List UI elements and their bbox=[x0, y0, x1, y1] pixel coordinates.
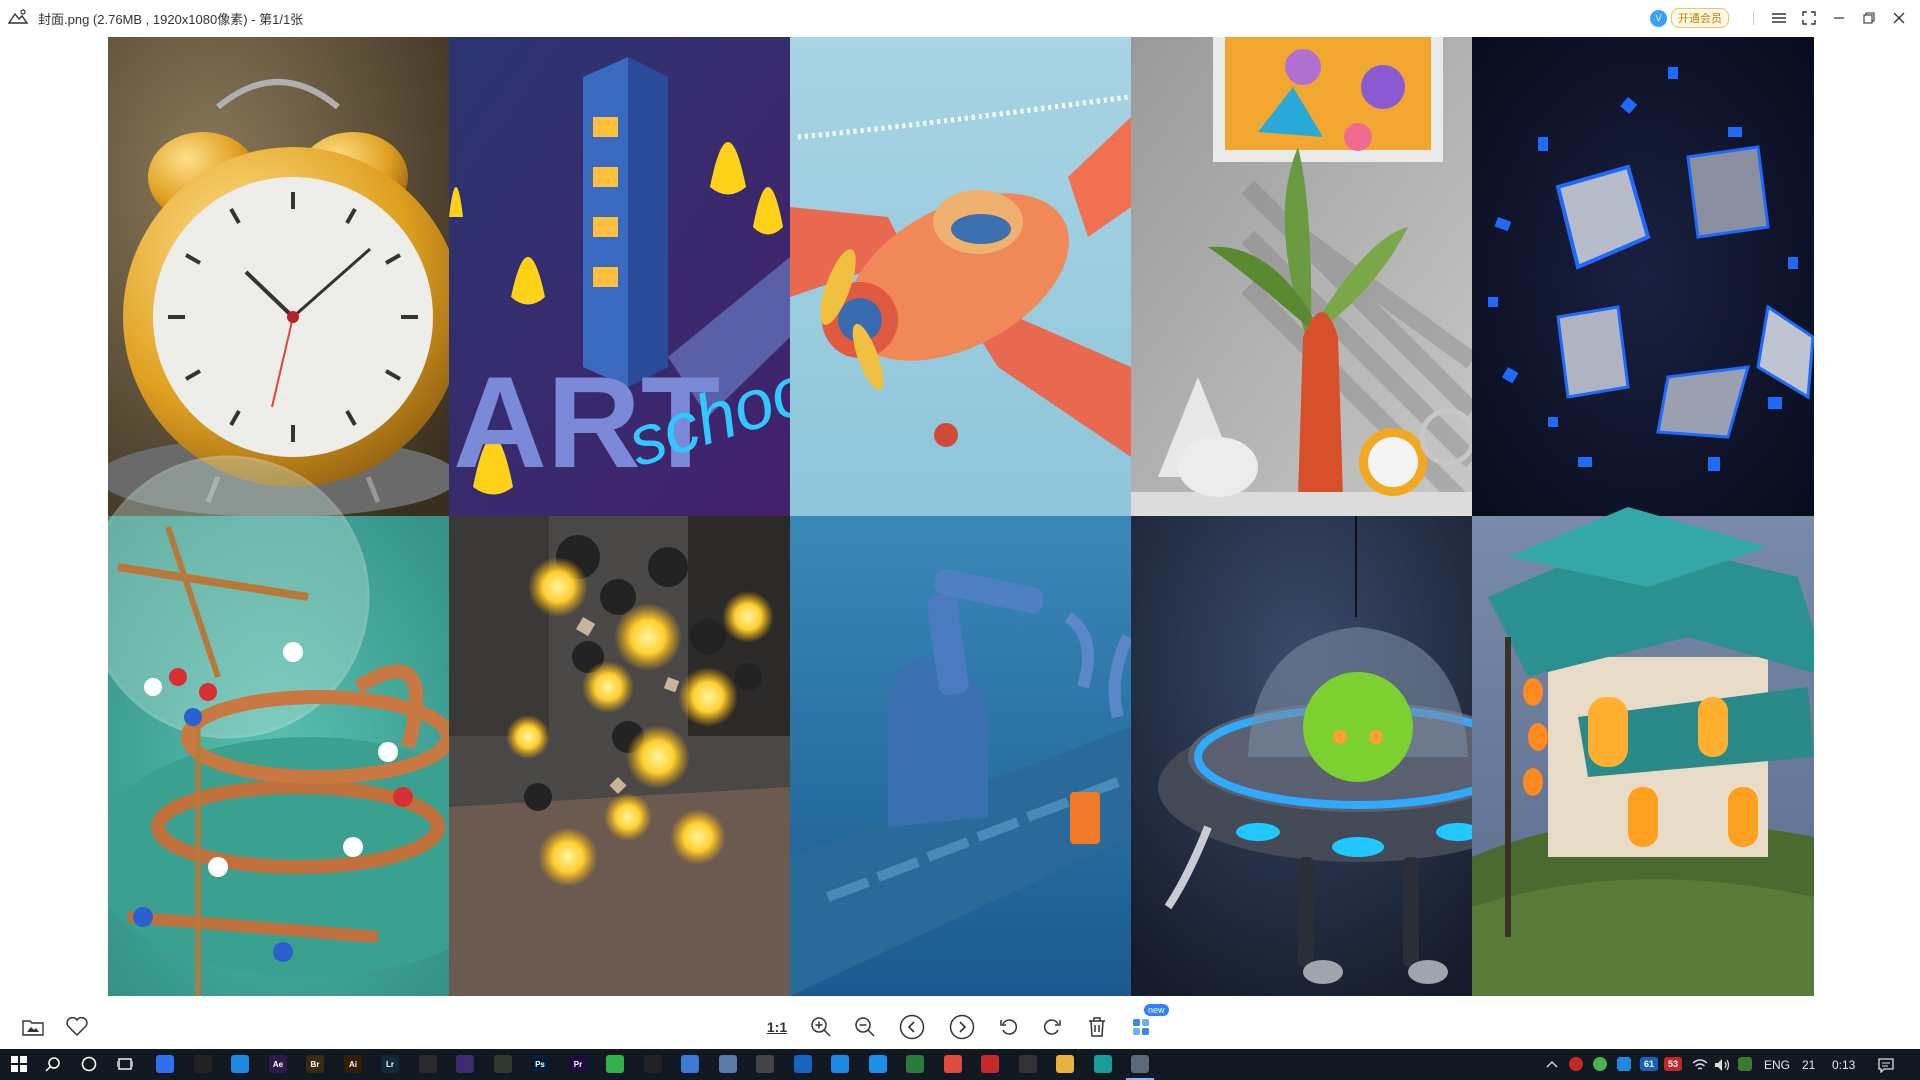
image-viewer-icon[interactable] bbox=[1131, 1055, 1149, 1073]
image-canvas[interactable]: ART schoo bbox=[86, 37, 1828, 997]
start-button[interactable] bbox=[10, 1055, 28, 1073]
cover-image: ART schoo bbox=[86, 37, 1828, 997]
chevron-left-circle-icon bbox=[899, 1014, 925, 1040]
tile-alarm-clock bbox=[98, 37, 463, 517]
qq-icon[interactable] bbox=[194, 1055, 212, 1073]
heart-icon bbox=[66, 1017, 88, 1037]
folder-icon[interactable] bbox=[1056, 1055, 1074, 1073]
image-viewer-logo-icon bbox=[8, 9, 28, 24]
folder-image-icon bbox=[22, 1020, 44, 1036]
windows-logo-icon bbox=[11, 1056, 27, 1072]
cortana-button[interactable] bbox=[80, 1055, 98, 1073]
premiere-icon[interactable]: Pr bbox=[569, 1055, 587, 1073]
vip-label: 开通会员 bbox=[1671, 8, 1729, 28]
app-blue-icon[interactable] bbox=[231, 1055, 249, 1073]
trash-icon bbox=[1089, 1017, 1105, 1037]
illustrator-icon[interactable]: Ai bbox=[344, 1055, 362, 1073]
rotate-left-icon bbox=[1000, 1019, 1018, 1035]
tile-art-school: ART schoo bbox=[449, 37, 820, 516]
input-method-icon[interactable] bbox=[1738, 1057, 1752, 1071]
window-title: 封面.png (2.76MB , 1920x1080像素) - 第1/1张 bbox=[38, 12, 304, 27]
thunder-icon[interactable] bbox=[831, 1055, 849, 1073]
tile-plant-vase bbox=[1131, 37, 1479, 518]
record-icon[interactable] bbox=[981, 1055, 999, 1073]
cortana-circle-icon bbox=[81, 1056, 97, 1072]
rotate-right-icon bbox=[1043, 1019, 1061, 1035]
volume-icon[interactable] bbox=[1714, 1058, 1730, 1072]
close-icon bbox=[1893, 12, 1905, 24]
penguin-icon[interactable] bbox=[644, 1055, 662, 1073]
menu-button[interactable] bbox=[1764, 0, 1794, 36]
close-button[interactable] bbox=[1884, 0, 1914, 36]
zoom-out-icon bbox=[855, 1017, 875, 1037]
vip-button[interactable]: V 开通会员 bbox=[1650, 8, 1729, 28]
clock[interactable]: 0:13 bbox=[1832, 1058, 1855, 1072]
next-button[interactable] bbox=[947, 1012, 977, 1042]
expand-icon bbox=[1802, 11, 1816, 25]
qq-browser-icon[interactable] bbox=[156, 1055, 174, 1073]
lightroom-icon[interactable]: Lr bbox=[381, 1055, 399, 1073]
app-tray-icon[interactable] bbox=[1593, 1057, 1607, 1071]
taskbar: 61 53 ENG 21 0:13 Ae Br Ai Lr Ps Pr bbox=[0, 1049, 1920, 1080]
store-icon[interactable] bbox=[794, 1055, 812, 1073]
actual-size-button[interactable]: 1:1 bbox=[762, 1012, 792, 1042]
task-view-button[interactable] bbox=[116, 1055, 134, 1073]
fullscreen-button[interactable] bbox=[1794, 0, 1824, 36]
app-teal-icon[interactable] bbox=[1094, 1055, 1112, 1073]
hamburger-icon bbox=[1772, 13, 1786, 23]
app-circle-icon[interactable] bbox=[419, 1055, 437, 1073]
minimize-icon bbox=[1834, 17, 1844, 19]
zoom-out-button[interactable] bbox=[850, 1012, 880, 1042]
open-folder-button[interactable] bbox=[18, 1012, 48, 1042]
apps-grid-icon bbox=[1133, 1019, 1149, 1035]
apps-button[interactable] bbox=[1126, 1012, 1156, 1042]
record-tray-icon[interactable] bbox=[1569, 1057, 1583, 1071]
user-avatar: V bbox=[1650, 9, 1667, 27]
delete-button[interactable] bbox=[1082, 1012, 1112, 1042]
app-green-icon[interactable] bbox=[494, 1055, 512, 1073]
date-indicator[interactable]: 21 bbox=[1802, 1058, 1815, 1072]
minimize-button[interactable] bbox=[1824, 0, 1854, 36]
chevron-up-icon[interactable] bbox=[1546, 1059, 1558, 1069]
edge-icon[interactable] bbox=[869, 1055, 887, 1073]
restore-button[interactable] bbox=[1854, 0, 1884, 36]
language-indicator[interactable]: ENG bbox=[1764, 1058, 1790, 1072]
favorite-button[interactable] bbox=[62, 1012, 92, 1042]
after-effects-icon[interactable]: Ae bbox=[269, 1055, 287, 1073]
bridge-icon[interactable]: Br bbox=[306, 1055, 324, 1073]
rotate-left-button[interactable] bbox=[994, 1012, 1024, 1042]
tile-airplane bbox=[790, 37, 1131, 516]
previous-button[interactable] bbox=[897, 1012, 927, 1042]
task-view-icon bbox=[117, 1058, 133, 1070]
tile-glowing-spheres bbox=[449, 516, 790, 996]
search-button[interactable] bbox=[44, 1055, 62, 1073]
shield-icon[interactable] bbox=[1617, 1057, 1631, 1071]
photoshop-icon[interactable]: Ps bbox=[531, 1055, 549, 1073]
zoom-in-button[interactable] bbox=[806, 1012, 836, 1042]
wechat-icon[interactable] bbox=[606, 1055, 624, 1073]
divider bbox=[1753, 11, 1754, 25]
title-bar: 封面.png (2.76MB , 1920x1080像素) - 第1/1张 V … bbox=[0, 0, 1920, 36]
tile-pagoda-house bbox=[1472, 507, 1828, 996]
app-window-icon[interactable] bbox=[719, 1055, 737, 1073]
tray-badge-61[interactable]: 61 bbox=[1640, 1057, 1658, 1071]
zoom-in-icon bbox=[811, 1017, 831, 1037]
search-icon bbox=[45, 1057, 60, 1072]
tile-robot-arm bbox=[790, 516, 1134, 996]
calculator-icon[interactable] bbox=[756, 1055, 774, 1073]
tray-badge-53[interactable]: 53 bbox=[1664, 1057, 1682, 1071]
app-sphere-icon[interactable] bbox=[681, 1055, 699, 1073]
new-badge: new bbox=[1144, 1004, 1169, 1016]
camera-icon[interactable] bbox=[1019, 1055, 1037, 1073]
wifi-icon[interactable] bbox=[1692, 1058, 1708, 1072]
app-leaf-icon[interactable] bbox=[906, 1055, 924, 1073]
chrome-icon[interactable] bbox=[944, 1055, 962, 1073]
restore-icon bbox=[1863, 12, 1875, 24]
app-purple-icon[interactable] bbox=[456, 1055, 474, 1073]
chevron-right-circle-icon bbox=[949, 1014, 975, 1040]
tile-chrome-shapes bbox=[1472, 37, 1815, 516]
rotate-right-button[interactable] bbox=[1037, 1012, 1067, 1042]
notification-icon[interactable] bbox=[1878, 1057, 1894, 1073]
